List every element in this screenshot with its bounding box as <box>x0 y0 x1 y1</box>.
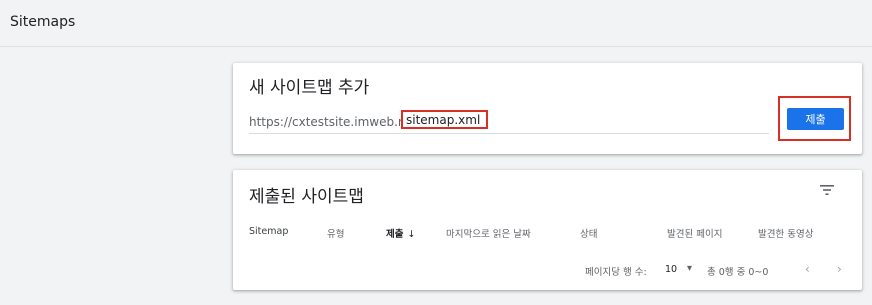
column-submitted[interactable]: 제출 ↓ <box>386 226 415 240</box>
filter-icon[interactable] <box>819 184 835 196</box>
sitemap-url-input[interactable] <box>401 110 488 129</box>
add-sitemap-title: 새 사이트맵 추가 <box>249 78 370 98</box>
app-root: Sitemaps 새 사이트맵 추가 https://cxtestsite.im… <box>0 0 872 305</box>
page-range-text: 총 0행 중 0~0 <box>707 267 769 278</box>
submitted-sitemaps-card: 제출된 사이트맵 Sitemap 유형 제출 ↓ 마지막으로 읽은 날짜 상태 발… <box>233 170 862 290</box>
add-sitemap-card: 새 사이트맵 추가 https://cxtestsite.imweb.me/ 제… <box>233 63 862 154</box>
rows-per-page-label: 페이지당 행 수: <box>585 267 647 278</box>
sitemap-url-field: https://cxtestsite.imweb.me/ <box>249 110 769 134</box>
page-title: Sitemaps <box>10 14 76 30</box>
url-prefix: https://cxtestsite.imweb.me/ <box>249 115 422 129</box>
top-bar: Sitemaps <box>0 0 872 47</box>
column-discovered-videos[interactable]: 발견한 동영상 <box>758 226 813 240</box>
column-last-read[interactable]: 마지막으로 읽은 날짜 <box>446 226 531 240</box>
column-status[interactable]: 상태 <box>580 226 597 240</box>
next-page-icon[interactable]: › <box>837 262 842 276</box>
table-header: Sitemap 유형 제출 ↓ 마지막으로 읽은 날짜 상태 발견된 페이지 발견… <box>233 226 862 242</box>
submitted-sitemaps-title: 제출된 사이트맵 <box>249 187 364 207</box>
chevron-down-icon[interactable]: ▾ <box>687 263 692 274</box>
prev-page-icon[interactable]: ‹ <box>805 262 810 276</box>
column-discovered-pages[interactable]: 발견된 페이지 <box>667 226 722 240</box>
column-type[interactable]: 유형 <box>327 226 344 240</box>
pagination: 페이지당 행 수: 10 ▾ 총 0행 중 0~0 ‹ › <box>233 262 862 279</box>
rows-per-page-select[interactable]: 10 <box>665 264 677 275</box>
submit-button-highlight: 제출 <box>778 96 851 141</box>
submit-button[interactable]: 제출 <box>787 108 844 130</box>
column-submitted-label: 제출 <box>386 229 404 240</box>
sort-down-arrow-icon: ↓ <box>407 229 416 240</box>
column-sitemap[interactable]: Sitemap <box>249 226 288 237</box>
